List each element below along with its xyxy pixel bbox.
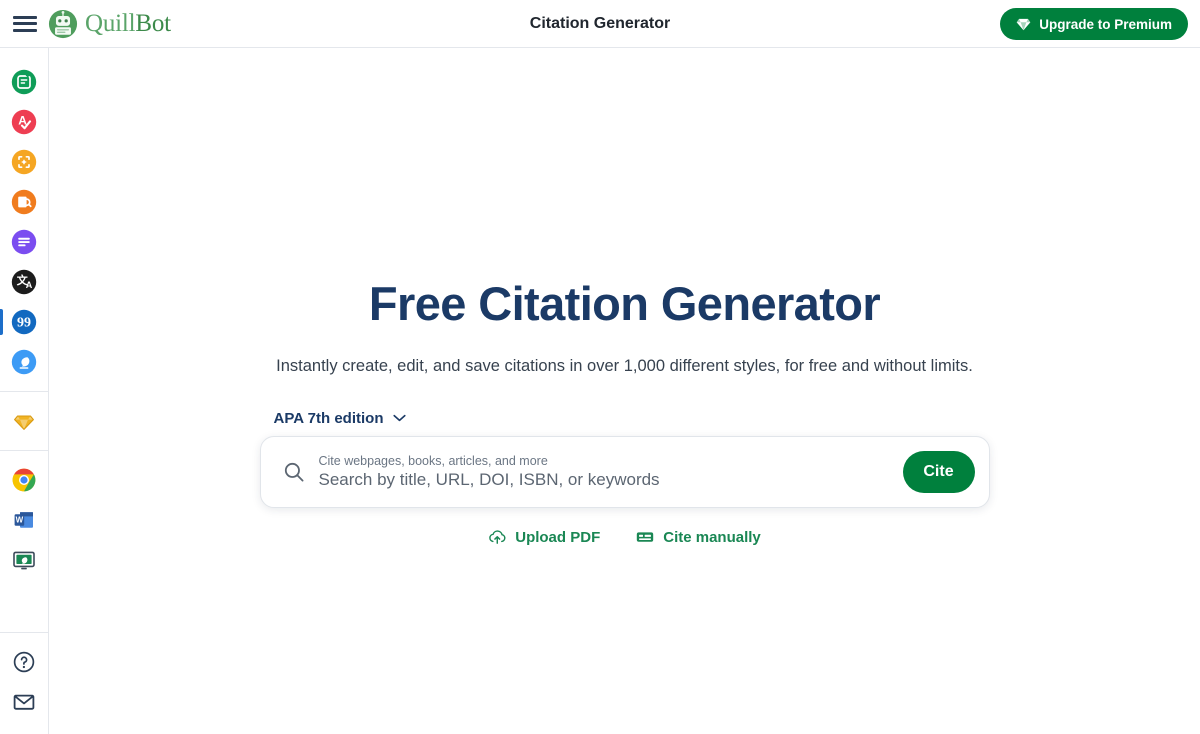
- upload-pdf-button[interactable]: Upload PDF: [488, 529, 600, 546]
- sidebar-item-grammar-checker[interactable]: A: [0, 102, 49, 142]
- ai-detector-icon: [11, 149, 37, 175]
- sidebar-divider: [0, 391, 49, 392]
- svg-text:99: 99: [17, 316, 31, 331]
- hamburger-menu-icon[interactable]: [12, 15, 38, 33]
- hero-subtitle: Instantly create, edit, and save citatio…: [276, 356, 973, 375]
- sidebar-item-desktop-app[interactable]: [0, 540, 49, 580]
- sidebar-item-contact[interactable]: [0, 682, 49, 722]
- sidebar-item-co-writer[interactable]: [0, 342, 49, 382]
- quillbot-robot-logo: [48, 9, 78, 38]
- sidebar-item-plagiarism-checker[interactable]: [0, 182, 49, 222]
- plagiarism-checker-icon: [11, 189, 37, 215]
- main-content: Free Citation Generator Instantly create…: [49, 48, 1200, 734]
- sidebar-bottom-group: [0, 642, 49, 734]
- sidebar-item-summarizer[interactable]: [0, 222, 49, 262]
- brand-name-part1: Quill: [85, 9, 136, 37]
- manual-entry-icon: [637, 532, 654, 542]
- sidebar-item-word-addin[interactable]: W: [0, 500, 49, 540]
- citation-style-value: APA 7th edition: [273, 409, 384, 427]
- mail-icon: [13, 694, 35, 710]
- citation-generator-app: QuillBot Citation Generator Upgrade to P…: [0, 0, 1200, 734]
- quote-marks-icon: 99: [11, 309, 37, 335]
- citation-search-input[interactable]: [318, 469, 903, 490]
- brand-name: QuillBot: [85, 10, 171, 38]
- sidebar-item-help[interactable]: [0, 642, 49, 682]
- grammar-checker-icon: A: [11, 109, 37, 135]
- hero-section: Free Citation Generator Instantly create…: [49, 48, 1200, 546]
- upgrade-button-label: Upgrade to Premium: [1039, 16, 1172, 32]
- upgrade-to-premium-button[interactable]: Upgrade to Premium: [1000, 8, 1188, 40]
- svg-text:W: W: [16, 516, 24, 525]
- citation-style-selector[interactable]: APA 7th edition: [274, 410, 406, 427]
- search-text-group: Cite webpages, books, articles, and more: [318, 453, 903, 490]
- search-icon[interactable]: [283, 461, 305, 483]
- brand-name-part2: Bot: [135, 9, 171, 37]
- diamond-icon: [14, 415, 34, 430]
- top-bar: QuillBot Citation Generator Upgrade to P…: [0, 0, 1200, 48]
- chrome-icon: [12, 468, 36, 492]
- sidebar-item-chrome-extension[interactable]: [0, 460, 49, 500]
- quill-pen-icon: [11, 349, 37, 375]
- sidebar-item-citation-generator[interactable]: 99: [0, 302, 49, 342]
- citation-search-card: Cite webpages, books, articles, and more…: [259, 435, 990, 508]
- sidebar-divider: [0, 632, 49, 633]
- cloud-upload-icon: [489, 530, 506, 545]
- summarizer-icon: [11, 229, 37, 255]
- sidebar-divider: [0, 450, 49, 451]
- quillbot-brand[interactable]: QuillBot: [48, 9, 171, 39]
- cite-manually-button[interactable]: Cite manually: [636, 529, 761, 546]
- upload-pdf-label: Upload PDF: [515, 528, 601, 546]
- monitor-icon: [13, 551, 35, 570]
- sidebar-item-translator[interactable]: 文 A: [0, 262, 49, 302]
- alternative-actions: Upload PDF Cite manually: [260, 529, 990, 546]
- search-helper-label: Cite webpages, books, articles, and more: [318, 453, 548, 468]
- diamond-icon: [1016, 18, 1031, 30]
- sidebar-item-paraphraser[interactable]: [0, 62, 49, 102]
- cite-manually-label: Cite manually: [663, 528, 761, 546]
- cite-button[interactable]: Cite: [902, 450, 975, 493]
- svg-text:A: A: [26, 280, 33, 290]
- question-circle-icon: [13, 651, 35, 673]
- hero-title: Free Citation Generator: [368, 277, 881, 330]
- sidebar-item-premium[interactable]: [0, 401, 49, 441]
- word-icon: W: [14, 512, 33, 528]
- translator-icon: 文 A: [11, 269, 37, 295]
- left-sidebar: A 文 A 99 W: [0, 48, 49, 734]
- sidebar-item-ai-detector[interactable]: [0, 142, 49, 182]
- chevron-down-icon: [392, 414, 406, 422]
- paraphraser-icon: [11, 69, 37, 95]
- citation-input-block: APA 7th edition Cite webpages, books, ar…: [259, 410, 990, 546]
